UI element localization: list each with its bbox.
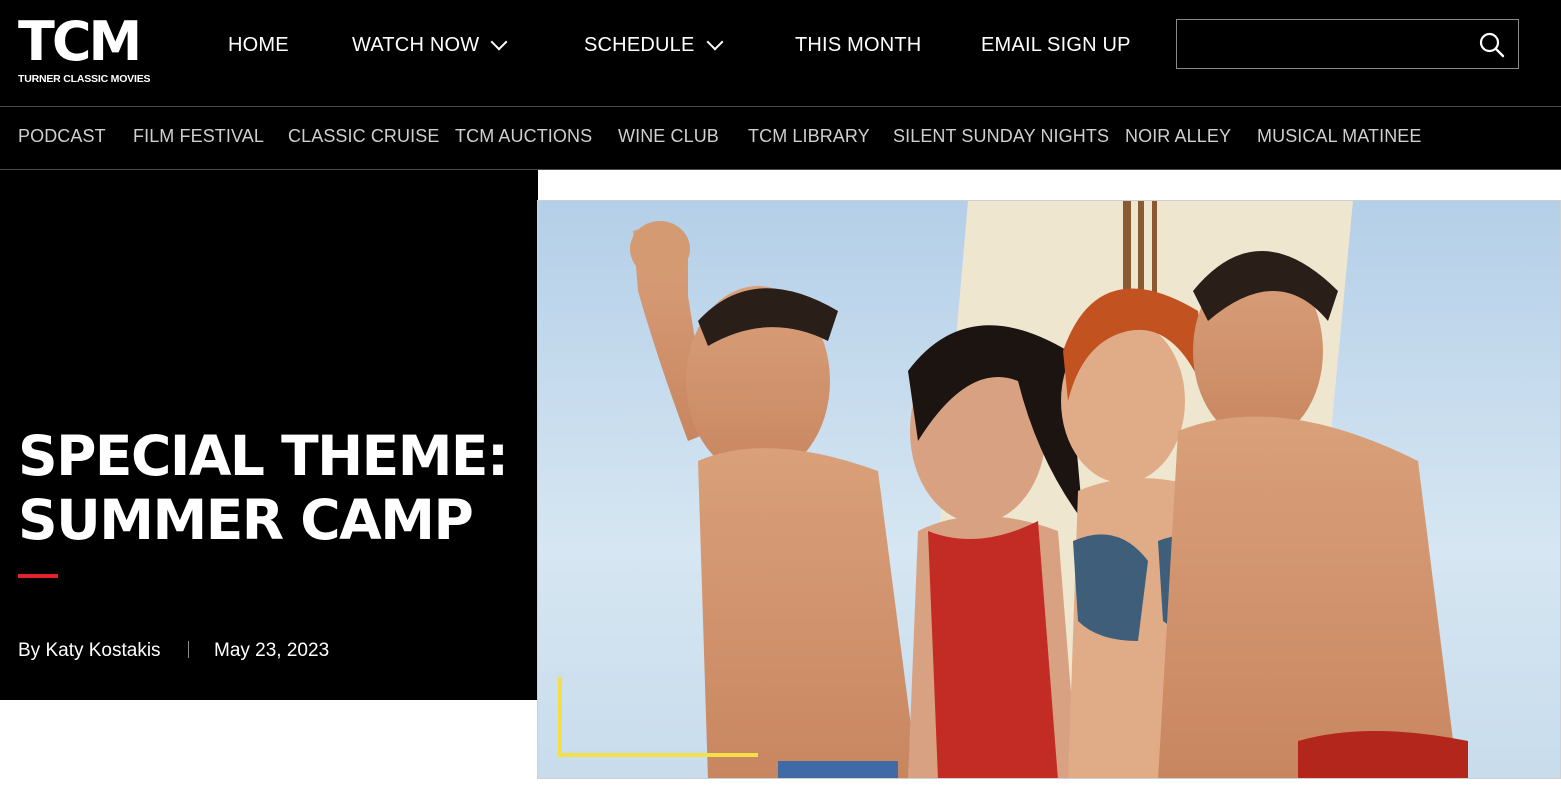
search-icon <box>1479 32 1505 58</box>
subnav-noir-alley[interactable]: NOIR ALLEY <box>1125 126 1231 147</box>
nav-home-label: HOME <box>228 33 289 56</box>
logo-mark: TCM <box>18 10 142 73</box>
nav-this-month-label: THIS MONTH <box>795 33 922 56</box>
nav-watch-now-label: WATCH NOW <box>352 33 480 56</box>
search-box <box>1176 19 1519 69</box>
subnav-film-festival[interactable]: FILM FESTIVAL <box>133 126 264 147</box>
nav-this-month[interactable]: THIS MONTH <box>795 30 921 60</box>
subnav-silent-sunday-nights[interactable]: SILENT SUNDAY NIGHTS <box>893 126 1109 147</box>
subnav-classic-cruise[interactable]: CLASSIC CRUISE <box>288 126 439 147</box>
subnav-tcm-auctions[interactable]: TCM AUCTIONS <box>455 126 592 147</box>
article-date: May 23, 2023 <box>214 640 330 661</box>
nav-home[interactable]: HOME <box>228 30 289 60</box>
byline-divider <box>188 641 189 658</box>
subnav-wine-club[interactable]: WINE CLUB <box>618 126 719 147</box>
article-title-line-2: SUMMER CAMP <box>18 488 474 552</box>
article-title-line-1: SPECIAL THEME: <box>18 424 509 488</box>
tcm-logo[interactable]: TCM TURNER CLASSIC MOVIES <box>18 10 160 88</box>
secondary-navigation-bar: PODCAST FILM FESTIVAL CLASSIC CRUISE TCM… <box>0 107 1561 170</box>
subnav-tcm-library[interactable]: TCM LIBRARY <box>748 126 870 147</box>
search-input[interactable] <box>1187 28 1467 60</box>
nav-schedule-label: SCHEDULE <box>584 33 695 56</box>
nav-watch-now[interactable]: WATCH NOW <box>352 30 508 60</box>
chevron-down-icon <box>706 33 724 51</box>
subnav-podcast[interactable]: PODCAST <box>18 126 106 147</box>
title-accent-rule <box>18 574 58 578</box>
logo-subtitle: TURNER CLASSIC MOVIES <box>18 73 151 85</box>
article-title: SPECIAL THEME: SUMMER CAMP <box>18 424 538 552</box>
nav-email-sign-up[interactable]: EMAIL SIGN UP <box>981 30 1131 60</box>
nav-schedule[interactable]: SCHEDULE <box>584 30 724 60</box>
subnav-musical-matinee[interactable]: MUSICAL MATINEE <box>1257 126 1422 147</box>
nav-email-sign-up-label: EMAIL SIGN UP <box>981 33 1131 56</box>
article-byline[interactable]: By Katy Kostakis <box>18 640 161 662</box>
yellow-corner-accent <box>558 677 758 757</box>
chevron-down-icon <box>490 33 508 51</box>
top-navigation-bar: TCM TURNER CLASSIC MOVIES HOME WATCH NOW… <box>0 0 1561 107</box>
search-button[interactable] <box>1478 31 1506 59</box>
